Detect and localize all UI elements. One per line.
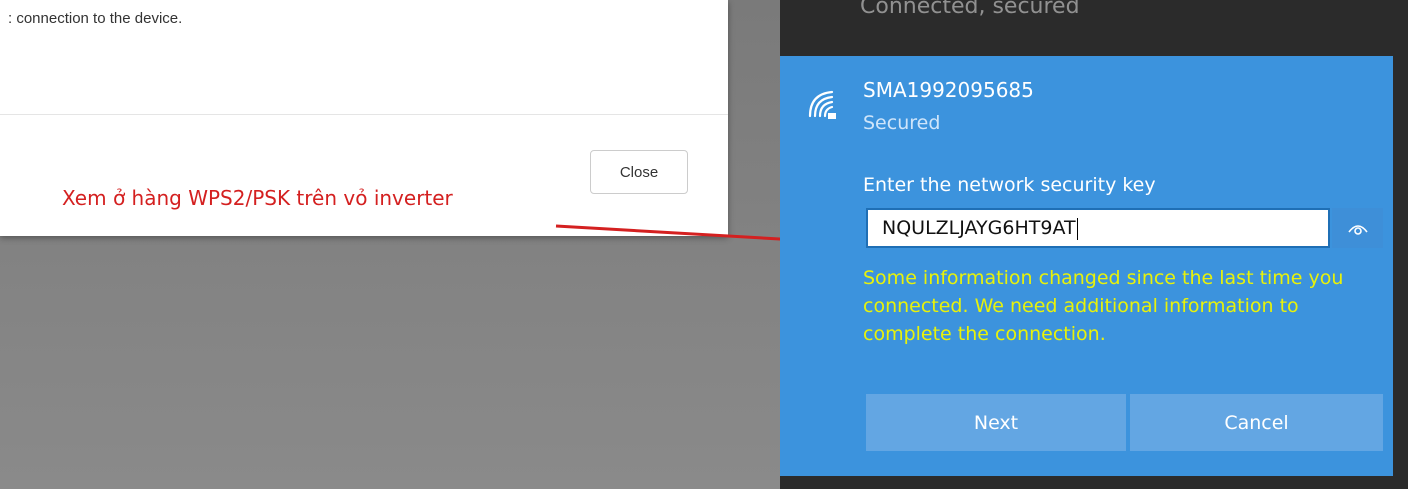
wifi-secured-icon bbox=[808, 90, 836, 119]
network-security-status: Secured bbox=[863, 112, 941, 134]
next-button[interactable]: Next bbox=[866, 394, 1126, 451]
reveal-password-button[interactable] bbox=[1332, 208, 1383, 248]
annotation-arrow bbox=[555, 224, 852, 251]
connection-warning: Some information changed since the last … bbox=[863, 267, 1344, 345]
connected-network-status: Connected, secured bbox=[860, 0, 1080, 19]
cancel-button[interactable]: Cancel bbox=[1130, 394, 1383, 451]
security-key-label: Enter the network security key bbox=[863, 174, 1156, 196]
reveal-password-icon bbox=[1347, 225, 1368, 235]
network-item-expanded[interactable]: SMA1992095685 Secured Enter the network … bbox=[780, 56, 1393, 476]
security-key-row: NQULZLJAYG6HT9AT bbox=[866, 208, 1383, 248]
security-key-input[interactable]: NQULZLJAYG6HT9AT bbox=[866, 208, 1330, 248]
network-ssid: SMA1992095685 bbox=[863, 78, 1034, 102]
